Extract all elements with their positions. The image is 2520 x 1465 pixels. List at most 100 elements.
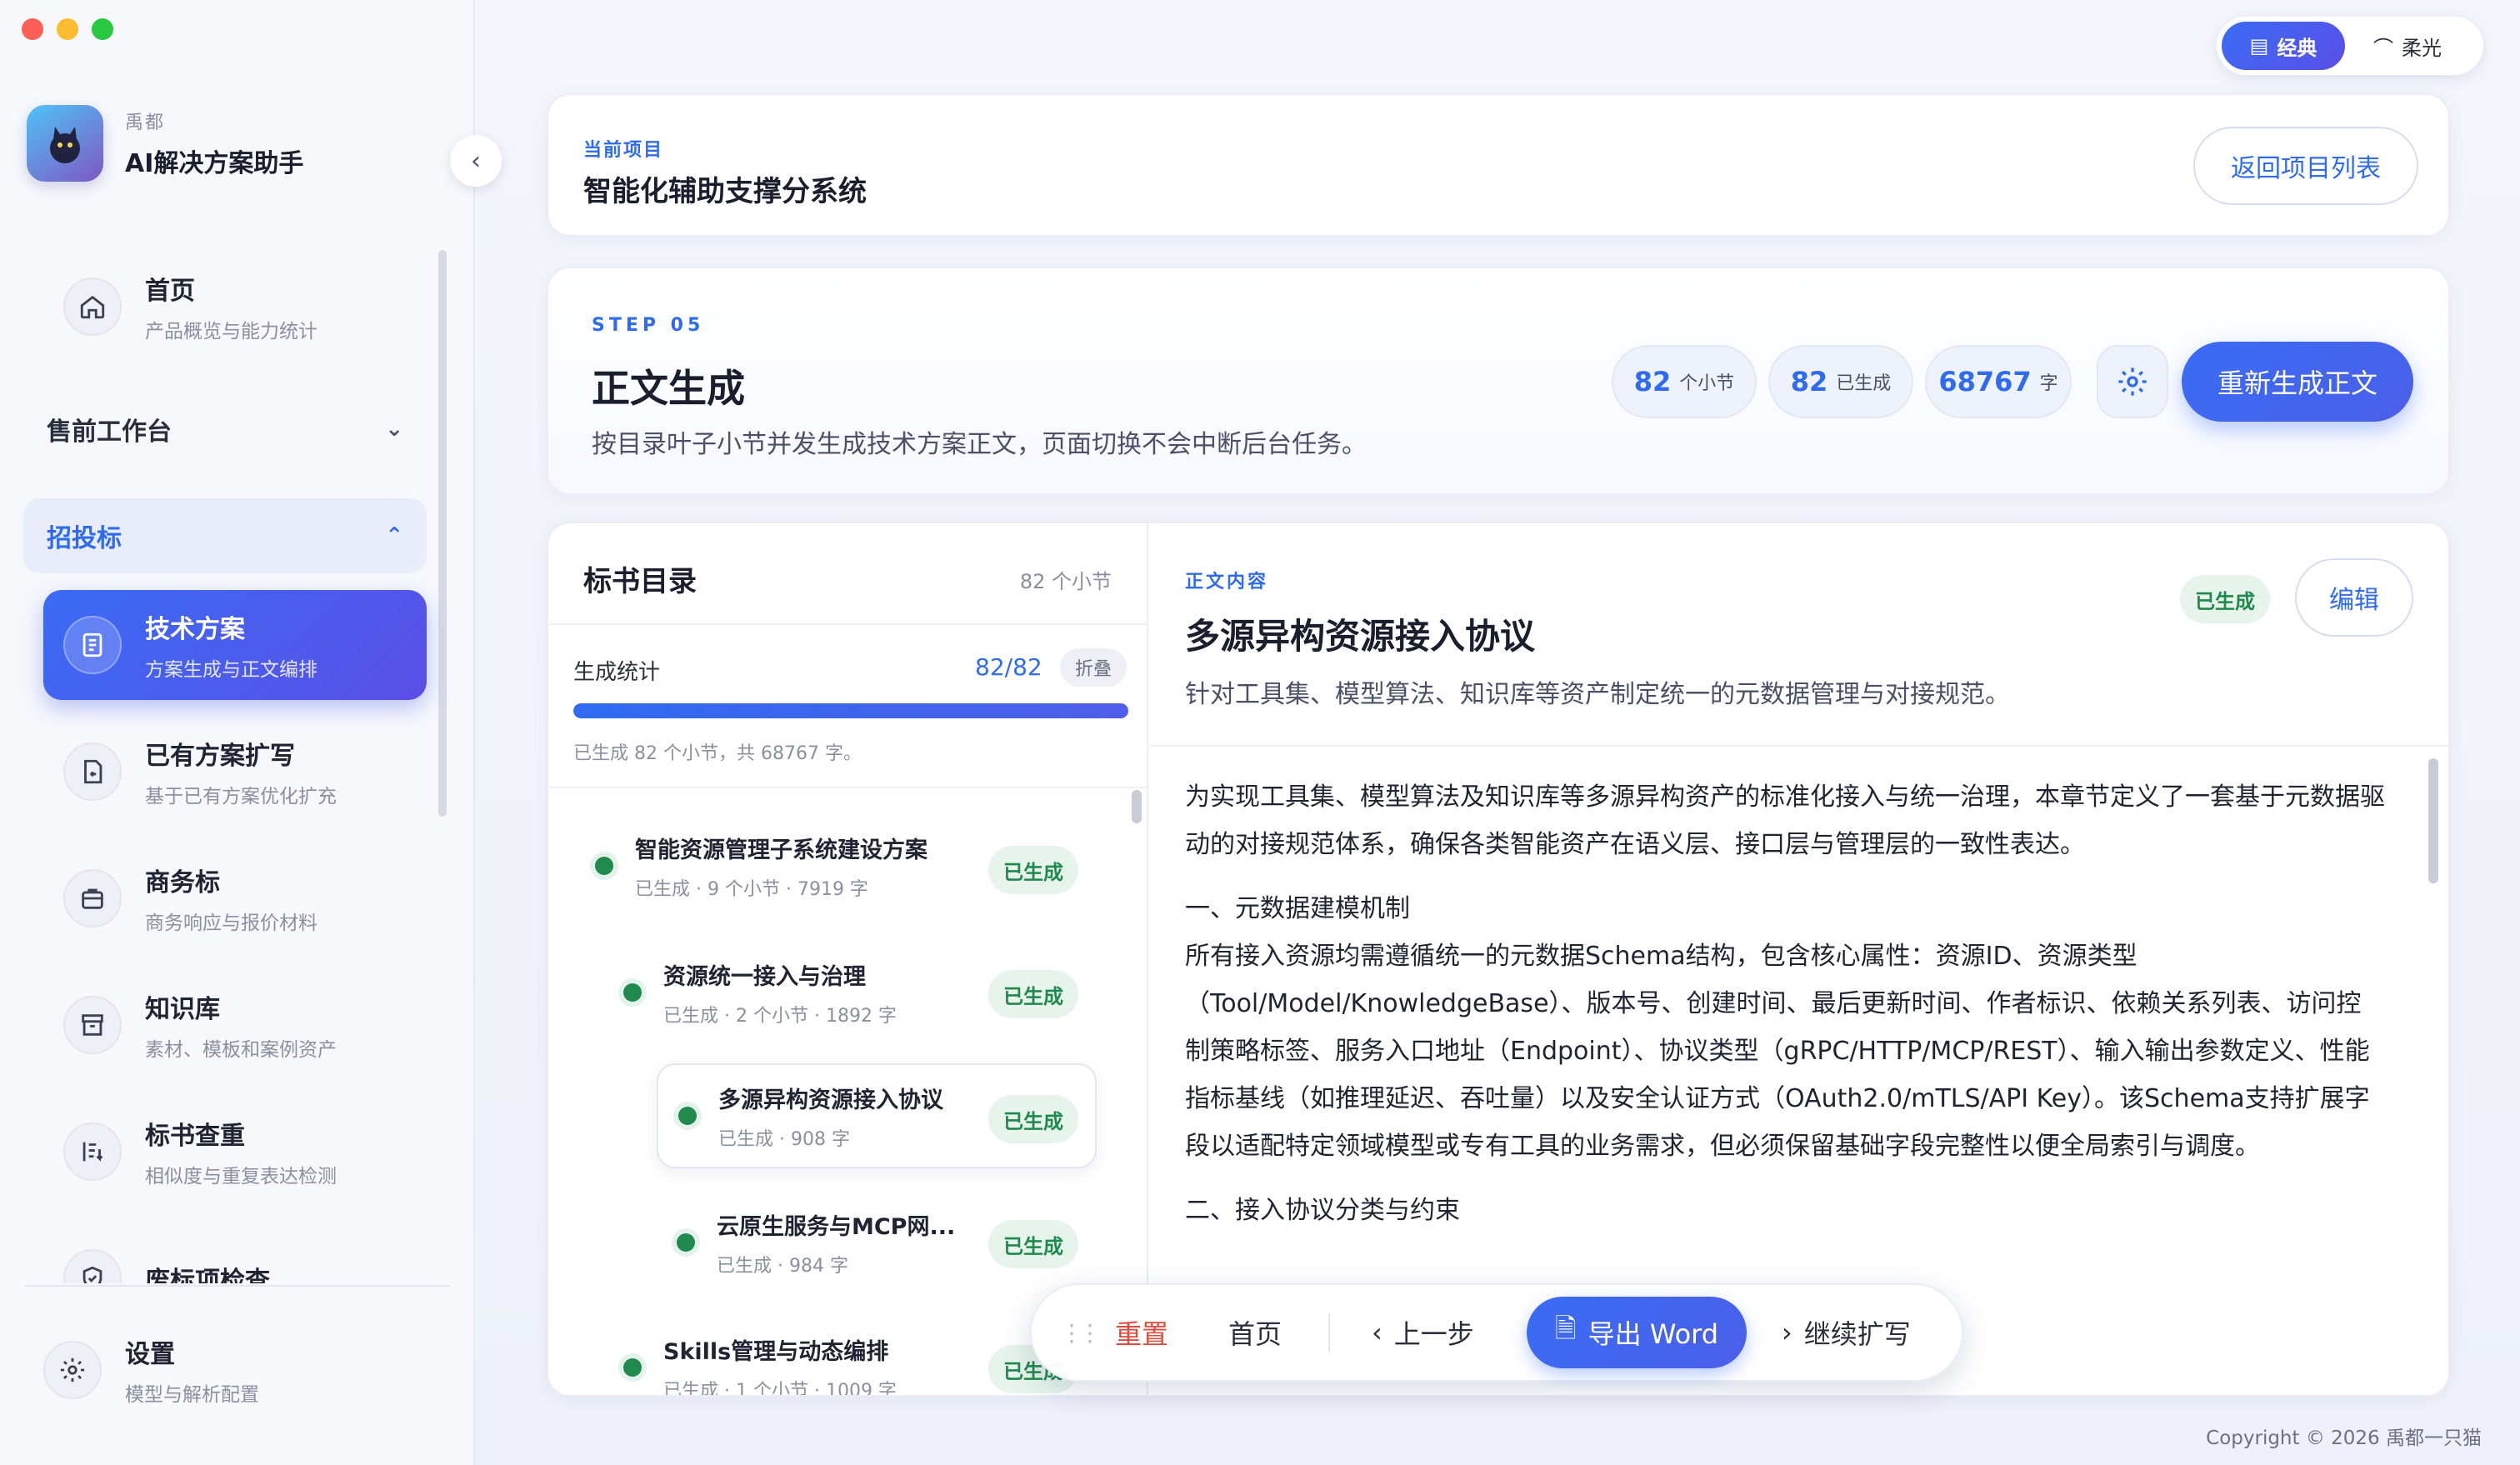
home-button[interactable]: 首页 [1228,1313,1282,1352]
status-dot [623,1358,642,1377]
sidebar-divider [25,1285,450,1287]
sidebar-item-settings[interactable]: 设置 模型与解析配置 [43,1333,259,1407]
drag-handle-icon[interactable]: ⋮⋮ [1060,1319,1102,1347]
generation-stats-value: 82/82 [975,653,1042,681]
status-dot [677,1233,695,1252]
theme-soft-button[interactable]: ⌒ 柔光 [2345,22,2470,70]
book-icon: ▤ [2249,34,2269,58]
current-project-card: 当前项目 智能化辅助支撑分系统 返回项目列表 [547,93,2450,237]
toc-item-meta: 已生成 · 908 字 [718,1128,850,1150]
status-badge: 已生成 [988,1220,1078,1268]
brand-logo-cat-icon [27,105,103,182]
stat-unit: 已生成 [1836,373,1892,394]
sidebar-item-expand-proposal[interactable]: 已有方案扩写 基于已有方案优化扩充 [43,717,427,827]
status-dot [678,1107,697,1125]
article-paragraph: 为实现工具集、模型算法及知识库等多源异构资产的标准化接入与统一治理，本章节定义了… [1185,782,2385,859]
toc-item-meta: 已生成 · 1 个小节 · 1009 字 [663,1380,897,1397]
previous-step-button[interactable]: ‹ 上一步 [1372,1313,1474,1352]
divider [548,787,1148,788]
stat-unit: 个小节 [1679,373,1735,394]
step-title: 正文生成 [592,366,745,411]
sidebar-item-knowledge-base[interactable]: 知识库 素材、模板和案例资产 [43,970,427,1080]
divider [548,623,1148,625]
divider [1328,1313,1330,1352]
shield-check-icon [63,1249,122,1283]
gear-icon [43,1341,102,1399]
theme-toggle: ▤ 经典 ⌒ 柔光 [2217,17,2483,75]
sidebar-item-label: 设置 [125,1340,175,1369]
copyright: Copyright © 2026 禹都一只猫 [2206,1428,2482,1449]
content-eyebrow: 正文内容 [1185,572,1269,592]
content-scrollbar[interactable] [2428,758,2438,883]
sidebar-collapse-button[interactable]: ‹ [450,135,502,187]
generation-settings-button[interactable] [2097,345,2168,418]
stat-number: 82 [1790,366,1828,398]
theme-label: 经典 [2277,36,2318,60]
group-label: 售前工作台 [47,418,172,447]
stat-sections: 82 个小节 [1612,345,1757,418]
close-window-button[interactable] [22,18,43,40]
sidebar-item-label: 废标项检查 [145,1267,270,1283]
toc-scrollbar[interactable] [1132,790,1142,823]
sidebar-item-tech-proposal[interactable]: 技术方案 方案生成与正文编排 [43,590,427,700]
sidebar-item-disqualify-check[interactable]: 废标项检查 [43,1223,427,1283]
sidebar-item-desc: 相似度与重复表达检测 [145,1166,337,1188]
stat-number: 68767 [1938,366,2032,398]
back-to-projects-button[interactable]: 返回项目列表 [2193,127,2418,205]
sidebar-item-business-bid[interactable]: 商务标 商务响应与报价材料 [43,843,427,953]
sidebar-item-desc: 素材、模板和案例资产 [145,1039,337,1061]
minimize-window-button[interactable] [57,18,78,40]
brand-title: AI解决方案助手 [125,149,304,178]
soft-light-icon: ⌒ [2373,36,2393,60]
toc-item-meta: 已生成 · 984 字 [717,1255,848,1277]
article-heading: 二、接入协议分类与约束 [1185,1196,1460,1225]
reset-button[interactable]: 重置 [1115,1313,1168,1352]
generation-stats-note: 已生成 82 个小节，共 68767 字。 [573,743,862,764]
button-label: 继续扩写 [1803,1318,1911,1350]
generation-progress-bar [573,703,1128,718]
sidebar-group-bidding[interactable]: 招投标 ⌃ [23,498,427,573]
sidebar-item-duplicate-check[interactable]: 标书查重 相似度与重复表达检测 [43,1097,427,1207]
chevron-left-icon: ‹ [471,146,481,176]
toc-item-name: 智能资源管理子系统建设方案 [635,837,928,863]
document-icon: 🗎 [1554,1312,1577,1344]
sidebar-item-desc: 基于已有方案优化扩充 [145,786,337,808]
sidebar-item-label: 已有方案扩写 [145,742,295,771]
toc-item-meta: 已生成 · 2 个小节 · 1892 字 [663,1005,897,1027]
sidebar-item-desc: 产品概览与能力统计 [145,321,318,342]
toc-title: 标书目录 [583,565,697,598]
group-label: 招投标 [47,524,122,553]
export-word-button[interactable]: 🗎 导出 Word [1527,1297,1747,1368]
stat-generated: 82 已生成 [1768,345,1913,418]
toc-item-name: 云原生服务与MCP网... [717,1213,956,1240]
content-title: 多源异构资源接入协议 [1185,616,1536,657]
article-paragraph: 所有接入资源均需遵循统一的元数据Schema结构，包含核心属性：资源ID、资源类… [1185,942,2370,1161]
toc-count: 82 个小节 [1019,570,1112,593]
sidebar-group-presales[interactable]: 售前工作台 ⌄ [23,392,427,467]
step-card: STEP 05 正文生成 按目录叶子小节并发生成技术方案正文，页面切换不会中断后… [547,267,2450,495]
content-pane: 正文内容 多源异构资源接入协议 已生成 编辑 针对工具集、模型算法、知识库等资产… [1150,523,2448,1395]
stat-number: 82 [1633,366,1672,398]
toc-content-card: 标书目录 82 个小节 生成统计 82/82 折叠 已生成 82 个小节，共 6… [547,522,2450,1397]
document-icon [63,616,122,674]
maximize-window-button[interactable] [92,18,113,40]
status-dot [623,983,642,1002]
sidebar-item-home[interactable]: 首页 产品概览与能力统计 [43,252,427,362]
sidebar-scrollbar[interactable] [438,250,447,817]
sidebar-item-label: 首页 [145,277,195,306]
stat-unit: 字 [2039,373,2058,394]
theme-classic-button[interactable]: ▤ 经典 [2222,22,2345,70]
sidebar-item-label: 知识库 [145,995,220,1024]
edit-button[interactable]: 编辑 [2295,558,2413,637]
theme-label: 柔光 [2402,36,2442,60]
fold-stats-button[interactable]: 折叠 [1060,648,1127,687]
project-name: 智能化辅助支撑分系统 [583,175,867,208]
archive-icon [63,996,122,1054]
article-body[interactable]: 为实现工具集、模型算法及知识库等多源异构资产的标准化接入与统一治理，本章节定义了… [1185,773,2385,1234]
window-controls [22,18,113,40]
status-badge: 已生成 [988,1095,1078,1143]
regenerate-content-button[interactable]: 重新生成正文 [2182,342,2413,422]
continue-expand-button[interactable]: › 继续扩写 [1782,1313,1911,1352]
floating-action-bar: ⋮⋮ 重置 首页 ‹ 上一步 🗎 导出 Word › 继续扩写 [1030,1283,1963,1382]
chevron-up-icon: ⌃ [385,523,403,548]
